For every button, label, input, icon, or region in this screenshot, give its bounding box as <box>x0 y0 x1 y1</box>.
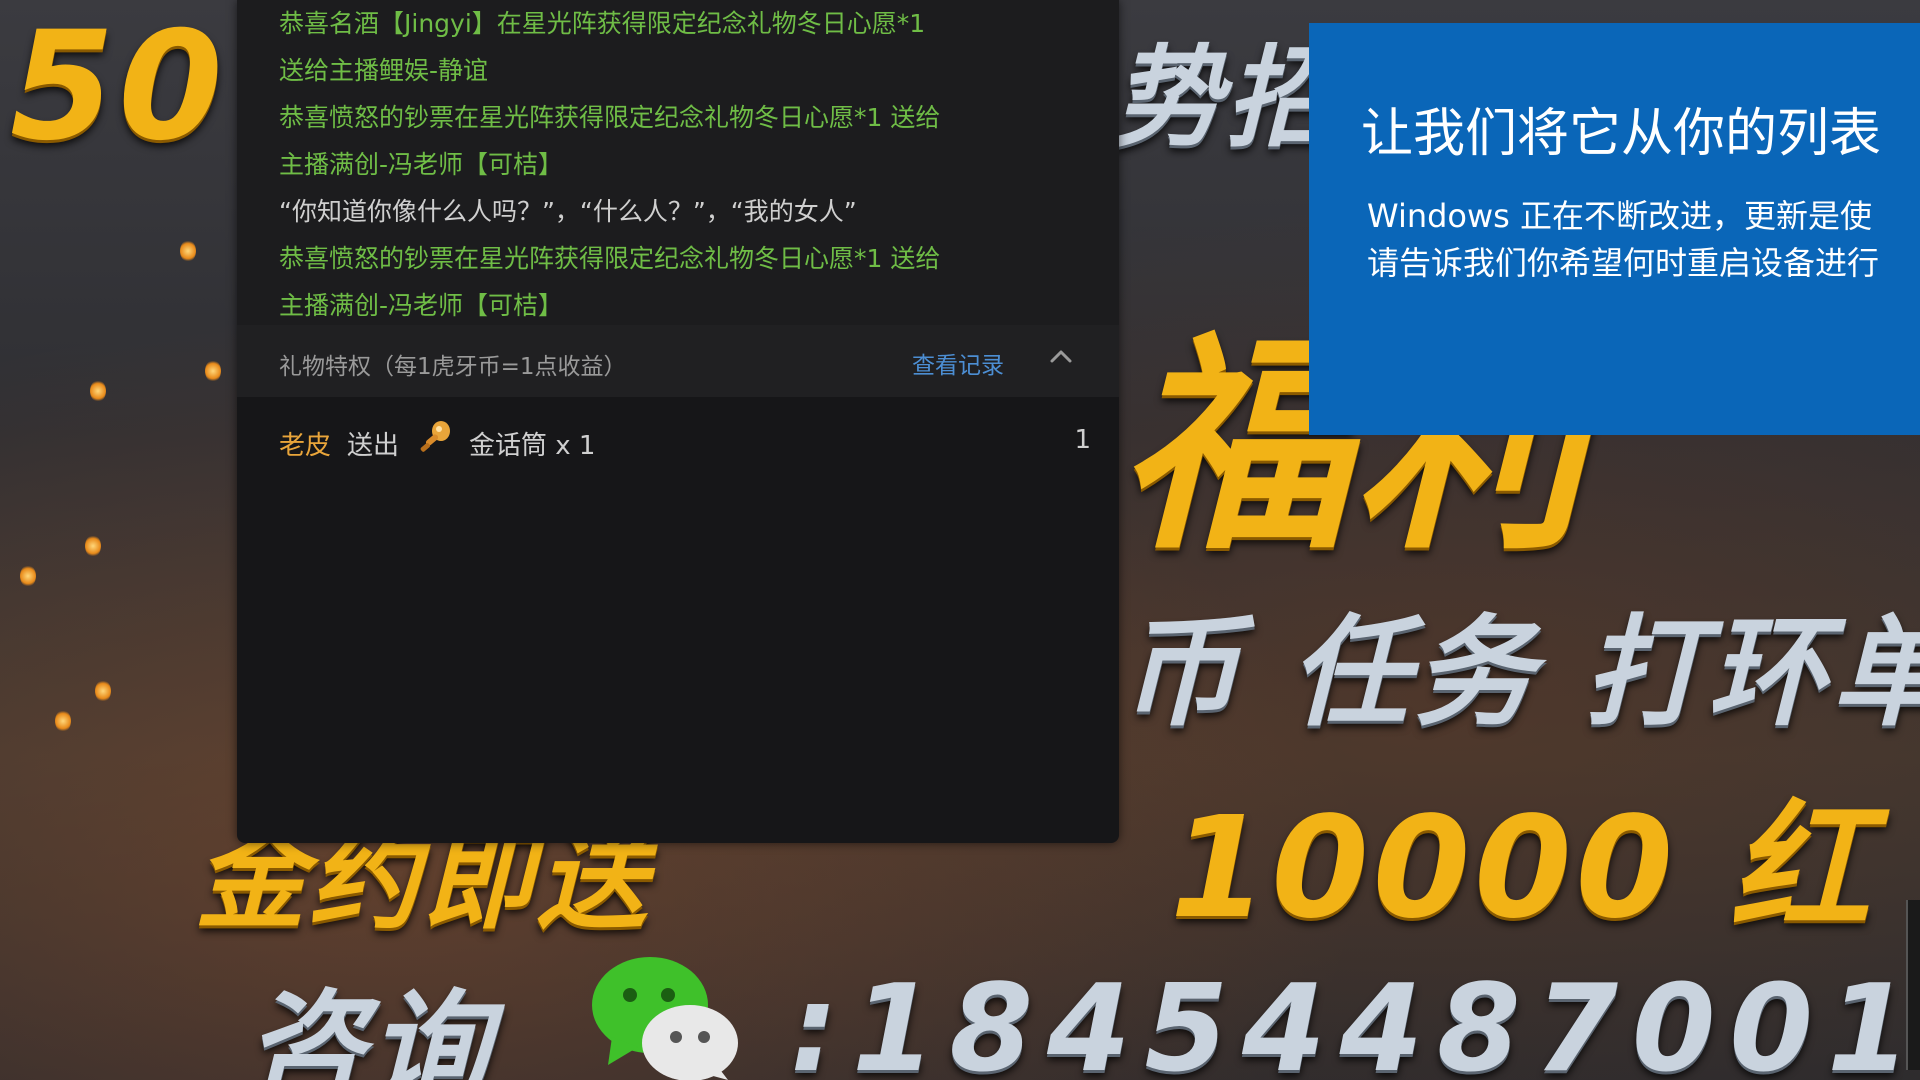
gift-list: 老皮 送出 金话筒 x 1 1 <box>237 397 1119 487</box>
ember-decoration <box>90 380 106 402</box>
promo-tasks-text: 币 任务 打环单 <box>1120 604 1920 743</box>
view-records-link[interactable]: 查看记录 <box>912 346 1004 380</box>
ember-decoration <box>85 535 101 557</box>
gift-privilege-header: 礼物特权（每1虎牙币=1点收益） 查看记录 <box>237 325 1119 397</box>
ember-decoration <box>55 710 71 732</box>
screen: 50 势招 福利 币 任务 打环单 金约即送 10000 红 咨询 :18454… <box>0 0 1920 1080</box>
chat-message: 送给主播鲤娱-静谊 <box>279 56 489 85</box>
ember-decoration <box>205 360 221 382</box>
notification-body: Windows 正在不断改进，更新是使 请告诉我们你希望何时重启设备进行 <box>1367 193 1879 287</box>
ember-decoration <box>180 240 196 262</box>
chat-message: 恭喜愤怒的钞票在星光阵获得限定纪念礼物冬日心愿*1 送给 <box>279 244 941 273</box>
promo-consult-text: 咨询 <box>245 979 493 1080</box>
wechat-icon <box>592 957 738 1080</box>
windows-update-notification[interactable]: 让我们将它从你的列表 Windows 正在不断改进，更新是使 请告诉我们你希望何… <box>1309 23 1920 435</box>
notification-title: 让我们将它从你的列表 <box>1361 104 1882 164</box>
chat-message-list[interactable]: 恭喜名酒【Jingyi】在星光阵获得限定纪念礼物冬日心愿*1 送给主播鲤娱-静谊… <box>237 0 1119 325</box>
gift-count: 1 <box>1074 425 1091 455</box>
gift-verb: 送出 <box>347 431 400 461</box>
gift-name: 金话筒 x 1 <box>469 431 596 461</box>
chat-panel: 恭喜名酒【Jingyi】在星光阵获得限定纪念礼物冬日心愿*1 送给主播鲤娱-静谊… <box>237 0 1119 843</box>
microphone-gift-icon <box>420 421 450 452</box>
promo-amount-text: 10000 红 <box>1170 787 1874 950</box>
gift-row: 老皮 送出 金话筒 x 1 1 <box>237 397 1119 487</box>
ember-decoration <box>95 680 111 702</box>
promo-50-text: 50 <box>10 0 227 174</box>
chat-message: 主播满创-冯老师【可桔】 <box>279 291 564 320</box>
chat-message: 恭喜愤怒的钞票在星光阵获得限定纪念礼物冬日心愿*1 送给 <box>279 103 941 132</box>
gift-sender-name[interactable]: 老皮 <box>279 425 331 462</box>
promo-top-text: 势招 <box>1112 34 1340 162</box>
chevron-up-icon[interactable] <box>1047 343 1075 371</box>
chat-message: 恭喜名酒【Jingyi】在星光阵获得限定纪念礼物冬日心愿*1 <box>279 9 926 38</box>
gift-privilege-title: 礼物特权（每1虎牙币=1点收益） <box>279 354 627 380</box>
promo-phone-text: :18454487001 <box>790 960 1920 1080</box>
scrollbar[interactable] <box>1906 900 1920 1070</box>
chat-message: “你知道你像什么人吗？”，“什么人？”，“我的女人” <box>279 197 857 226</box>
notification-body-line: 请告诉我们你希望何时重启设备进行 <box>1367 244 1880 282</box>
notification-body-line: Windows 正在不断改进，更新是使 <box>1367 197 1873 235</box>
ember-decoration <box>20 565 36 587</box>
chat-message: 主播满创-冯老师【可桔】 <box>279 150 564 179</box>
